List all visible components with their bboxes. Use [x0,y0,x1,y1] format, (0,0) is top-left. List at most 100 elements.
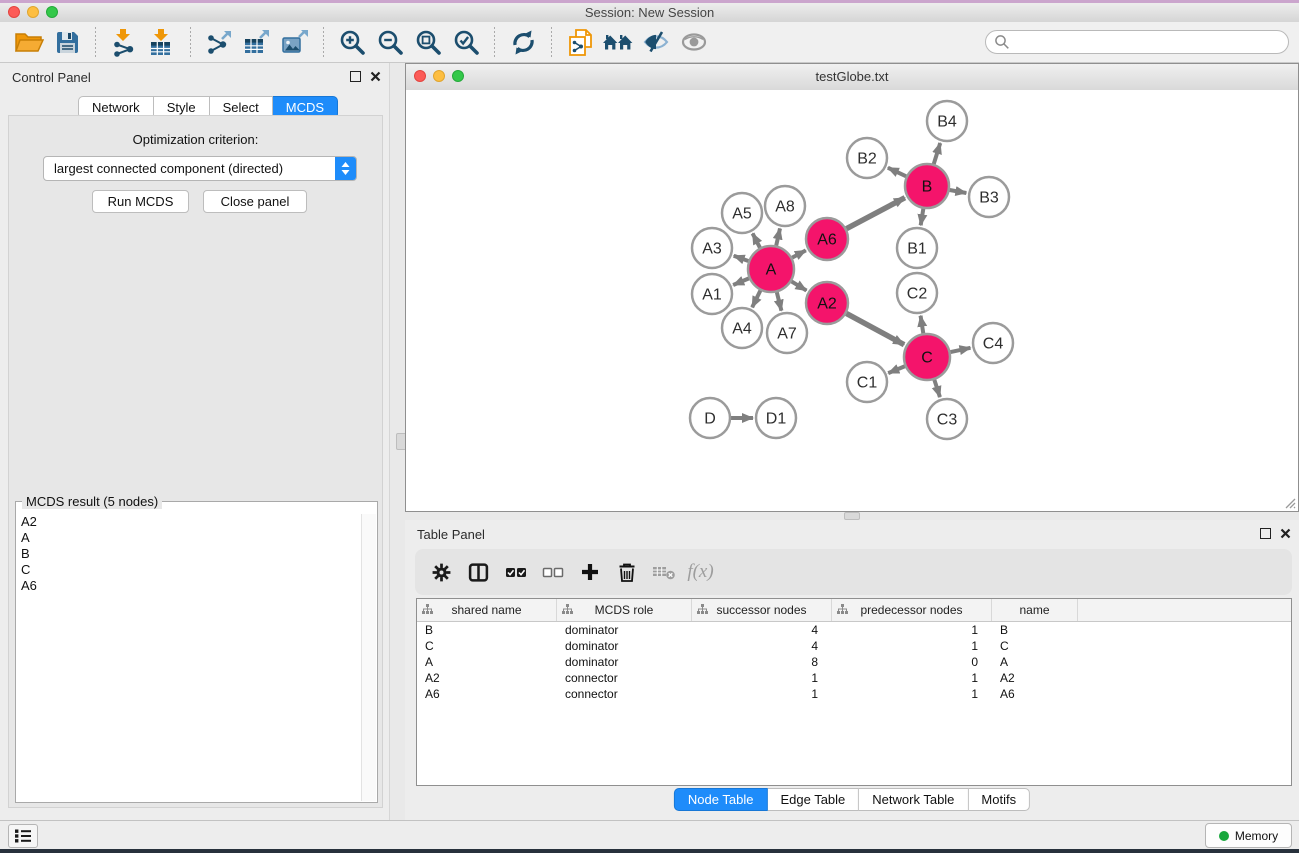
graph-edge-C-C4[interactable] [950,348,970,352]
table-cell[interactable]: dominator [557,638,692,654]
deselect-all-icon[interactable] [534,555,571,589]
table-cell[interactable]: 1 [832,638,992,654]
network-canvas[interactable]: B4B2BB3A8A5A6A3B1AC2A1A2A4A7C4CC1DD1C3 [406,90,1298,511]
table-cell[interactable]: B [992,622,1078,638]
show-details-icon[interactable] [675,25,713,59]
table-row[interactable]: A2connector11A2 [417,670,1291,686]
select-all-icon[interactable] [497,555,534,589]
refresh-icon[interactable] [504,25,542,59]
criterion-dropdown[interactable]: largest connected component (directed) [43,156,357,181]
resize-grip-icon[interactable] [1282,495,1296,509]
zoom-selected-icon[interactable] [447,25,485,59]
graph-edge-A-A2[interactable] [792,281,807,290]
graph-edge-A6-B[interactable] [846,198,904,229]
table-row[interactable]: Cdominator41C [417,638,1291,654]
control-panel-float-icon[interactable] [350,71,361,82]
table-cell[interactable]: A [992,654,1078,670]
zoom-out-icon[interactable] [371,25,409,59]
table-cell[interactable]: A2 [992,670,1078,686]
graph-edge-A-A3[interactable] [734,256,749,261]
search-input[interactable] [1014,33,1288,51]
add-column-icon[interactable] [571,555,608,589]
network-window-titlebar: testGlobe.txt [406,64,1298,91]
graph-edge-B-B3[interactable] [950,190,967,193]
result-item[interactable]: A [17,530,361,546]
table-cell[interactable]: connector [557,670,692,686]
export-network-icon[interactable] [200,25,238,59]
zoom-fit-icon[interactable] [409,25,447,59]
zoom-in-icon[interactable] [333,25,371,59]
hide-details-icon[interactable] [637,25,675,59]
result-item[interactable]: A2 [17,514,361,530]
table-row[interactable]: Adominator80A [417,654,1291,670]
run-mcds-button[interactable]: Run MCDS [92,190,189,213]
graph-edge-A-A8[interactable] [776,228,780,245]
table-cell[interactable]: dominator [557,654,692,670]
save-session-icon[interactable] [48,25,86,59]
graph-edge-B-B1[interactable] [921,209,924,226]
split-view-icon[interactable] [460,555,497,589]
column-header-successor-nodes[interactable]: successor nodes [692,599,832,621]
table-cell[interactable]: 1 [692,686,832,702]
settings-gear-icon[interactable] [423,555,460,589]
tab-node-table[interactable]: Node Table [674,788,768,811]
graph-edge-A2-C[interactable] [846,313,904,344]
table-cell[interactable]: B [417,622,557,638]
table-cell[interactable]: A [417,654,557,670]
tab-edge-table[interactable]: Edge Table [767,788,859,811]
result-item[interactable]: C [17,562,361,578]
table-cell[interactable]: 1 [832,670,992,686]
home-icon[interactable] [599,25,637,59]
table-cell[interactable]: dominator [557,622,692,638]
open-session-icon[interactable] [10,25,48,59]
table-panel-close-icon[interactable] [1280,528,1291,539]
table-cell[interactable]: C [417,638,557,654]
result-item[interactable]: B [17,546,361,562]
table-cell[interactable]: 4 [692,638,832,654]
column-header-mcds-role[interactable]: MCDS role [557,599,692,621]
graph-edge-B-B4[interactable] [934,143,940,164]
table-cell[interactable]: connector [557,686,692,702]
control-panel-close-icon[interactable] [370,71,381,82]
table-cell[interactable]: A6 [992,686,1078,702]
graph-edge-A-A4[interactable] [752,291,760,308]
table-cell[interactable]: A6 [417,686,557,702]
memory-button[interactable]: Memory [1205,823,1292,848]
table-panel-float-icon[interactable] [1260,528,1271,539]
result-item[interactable]: A6 [17,578,361,594]
import-table-icon[interactable] [143,25,181,59]
graph-edge-C-C3[interactable] [934,380,940,397]
delete-column-icon[interactable] [608,555,645,589]
graph-edge-C-C2[interactable] [921,316,924,334]
search-field[interactable] [985,30,1289,54]
result-list-scrollbar[interactable] [361,514,376,801]
import-network-icon[interactable] [105,25,143,59]
horizontal-splitter-handle[interactable] [844,512,860,520]
table-cell[interactable]: 1 [692,670,832,686]
network-document-icon[interactable] [561,25,599,59]
tab-network-table[interactable]: Network Table [859,788,968,811]
close-panel-button[interactable]: Close panel [203,190,307,213]
export-image-icon[interactable] [276,25,314,59]
table-cell[interactable]: A2 [417,670,557,686]
column-header-predecessor-nodes[interactable]: predecessor nodes [832,599,992,621]
show-panels-button[interactable] [8,824,38,848]
table-row[interactable]: A6connector11A6 [417,686,1291,702]
table-cell[interactable]: 4 [692,622,832,638]
graph-edge-B-B2[interactable] [888,168,906,177]
column-header-shared-name[interactable]: shared name [417,599,557,621]
column-header-name[interactable]: name [992,599,1078,621]
graph-edge-A-A6[interactable] [792,250,806,257]
table-cell[interactable]: 8 [692,654,832,670]
export-table-icon[interactable] [238,25,276,59]
table-cell[interactable]: 0 [832,654,992,670]
table-cell[interactable]: 1 [832,622,992,638]
graph-edge-A-A5[interactable] [753,233,760,247]
graph-edge-A-A7[interactable] [777,292,782,310]
graph-edge-C-C1[interactable] [888,366,905,373]
graph-edge-A-A1[interactable] [733,278,749,285]
tab-motifs[interactable]: Motifs [968,788,1030,811]
table-cell[interactable]: 1 [832,686,992,702]
table-row[interactable]: Bdominator41B [417,622,1291,638]
table-cell[interactable]: C [992,638,1078,654]
